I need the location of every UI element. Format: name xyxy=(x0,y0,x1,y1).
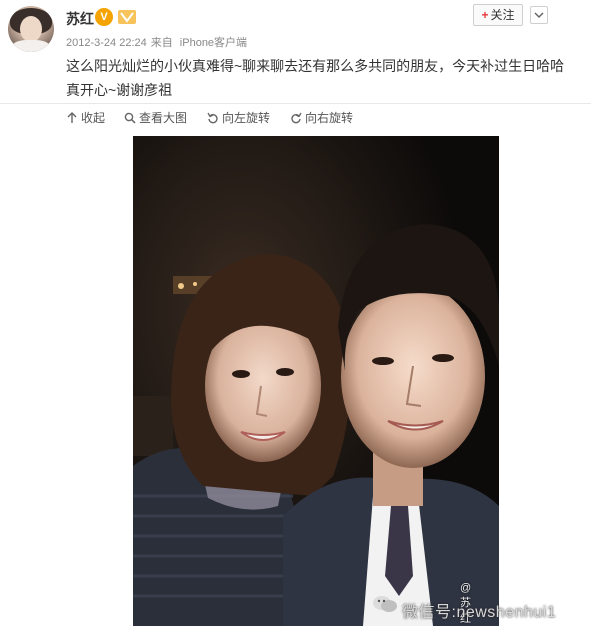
source-prefix: 来自 xyxy=(150,37,173,49)
more-chevron-icon xyxy=(534,12,544,19)
verified-badge-icon: V xyxy=(95,8,113,26)
post-photo[interactable] xyxy=(133,136,499,626)
more-options-button[interactable] xyxy=(530,6,548,24)
collapse-arrow-icon xyxy=(67,112,77,123)
weibo-post: 苏红 V 2012-3-24 22:24 来自 iPhone客户端 + 关注 这么阳… xyxy=(0,0,591,640)
rotate-left-icon xyxy=(207,112,218,124)
view-large-button[interactable]: 查看大图 xyxy=(124,108,187,128)
plus-icon: + xyxy=(481,8,489,22)
collapse-button[interactable]: 收起 xyxy=(66,108,105,128)
post-meta: 2012-3-24 22:24 来自 iPhone客户端 xyxy=(66,34,251,50)
wechat-logo-icon xyxy=(373,596,397,612)
avatar-shirt xyxy=(12,40,50,52)
watermark-account: 微信号:newshenhui1 xyxy=(402,604,557,621)
divider xyxy=(0,103,591,104)
follow-button[interactable]: + 关注 xyxy=(473,4,523,26)
rotate-right-icon xyxy=(291,112,302,124)
post-content: 这么阳光灿烂的小伙真难得~聊来聊去还有那么多共同的朋友，今天补过生日哈哈 真开心… xyxy=(66,54,576,102)
rotate-right-label: 向右旋转 xyxy=(305,111,354,125)
collapse-label: 收起 xyxy=(81,111,106,125)
avatar[interactable] xyxy=(8,6,54,52)
view-large-label: 查看大图 xyxy=(139,111,188,125)
rotate-left-label: 向左旋转 xyxy=(222,111,271,125)
vip-level-icon xyxy=(118,10,136,24)
magnifier-icon xyxy=(124,112,136,124)
photo-illustration xyxy=(133,136,499,626)
post-timestamp[interactable]: 2012-3-24 22:24 xyxy=(66,37,147,49)
avatar-face xyxy=(20,16,42,42)
post-content-line-2: 真开心~谢谢彦祖 xyxy=(66,82,173,98)
follow-label: 关注 xyxy=(490,8,515,22)
username-link[interactable]: 苏红 xyxy=(66,9,94,29)
post-content-line-1: 这么阳光灿烂的小伙真难得~聊来聊去还有那么多共同的朋友，今天补过生日哈哈 xyxy=(66,58,565,74)
post-source[interactable]: iPhone客户端 xyxy=(180,37,247,49)
rotate-left-button[interactable]: 向左旋转 xyxy=(207,108,270,128)
rotate-right-button[interactable]: 向右旋转 xyxy=(290,108,353,128)
